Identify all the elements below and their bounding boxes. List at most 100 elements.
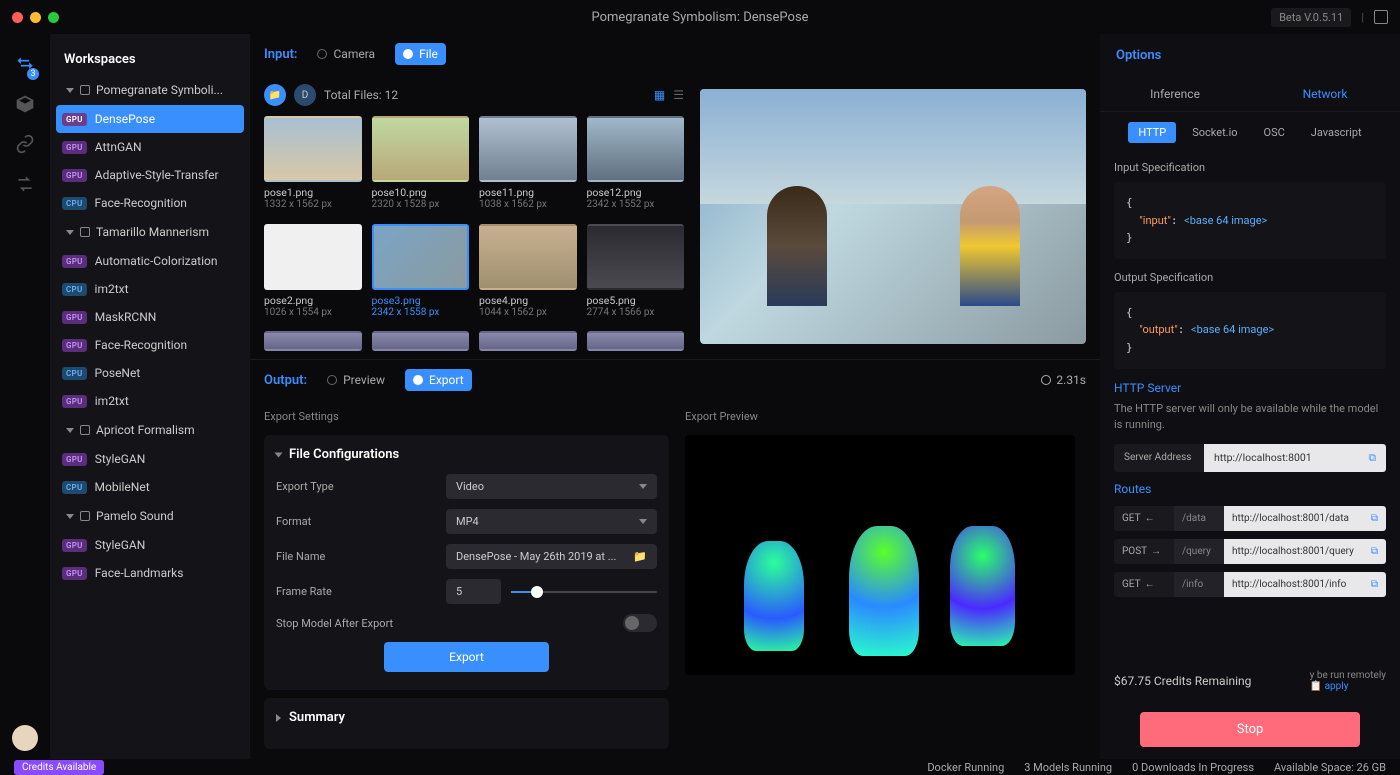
file-thumb[interactable]: pose1.png1332 x 1562 px — [264, 116, 362, 214]
chat-icon[interactable] — [1374, 10, 1388, 24]
options-header: Options — [1100, 34, 1400, 77]
model-item[interactable]: GPUMaskRCNN — [56, 303, 244, 331]
output-spec-title: Output Specification — [1114, 271, 1386, 284]
file-browser: 📁 D Total Files: 12 ▦ ☰ pose1.png1332 x … — [264, 74, 684, 359]
file-thumb[interactable] — [264, 331, 362, 359]
file-thumb[interactable]: pose4.png1044 x 1562 px — [479, 224, 577, 322]
input-file-option[interactable]: File — [395, 43, 446, 65]
export-preview-image — [685, 435, 1075, 675]
workspace-header[interactable]: Tamarillo Mannerism — [56, 217, 244, 247]
file-thumb[interactable] — [372, 331, 470, 359]
grid-view-icon[interactable]: ▦ — [654, 88, 665, 102]
status-item: Docker Running — [927, 761, 1004, 774]
framerate-input[interactable]: 5 — [446, 579, 501, 604]
http-server-desc: The HTTP server will only be available w… — [1114, 401, 1386, 434]
model-item[interactable]: GPUAdaptive-Style-Transfer — [56, 161, 244, 189]
input-preview — [700, 74, 1086, 359]
workspace-header[interactable]: Pamelo Sound — [56, 501, 244, 531]
workspace-header[interactable]: Apricot Formalism — [56, 415, 244, 445]
status-item: Available Space: 26 GB — [1274, 761, 1386, 774]
preview-image — [700, 89, 1086, 344]
export-button[interactable]: Export — [384, 642, 549, 672]
subtab-http[interactable]: HTTP — [1128, 122, 1176, 143]
list-view-icon[interactable]: ☰ — [673, 88, 684, 102]
apply-link[interactable]: 📋 apply — [1310, 681, 1386, 692]
file-thumb[interactable]: pose12.png2342 x 1552 px — [587, 116, 685, 214]
folder-button[interactable]: 📁 — [264, 84, 286, 106]
filename-input[interactable]: DensePose - May 26th 2019 at ...📁 — [446, 544, 657, 569]
swap-icon[interactable]: 3 — [15, 54, 35, 72]
copy-icon[interactable]: ⧉ — [1371, 513, 1378, 524]
model-item[interactable]: GPUFace-Landmarks — [56, 559, 244, 587]
model-item[interactable]: CPUPoseNet — [56, 359, 244, 387]
file-count: Total Files: 12 — [324, 88, 398, 102]
model-item[interactable]: GPUDensePose — [56, 105, 244, 133]
copy-icon[interactable]: ⧉ — [1371, 546, 1378, 557]
model-item[interactable]: CPUFace-Recognition — [56, 189, 244, 217]
status-bar: Credits Available Docker Running3 Models… — [0, 759, 1400, 775]
model-item[interactable]: CPUim2txt — [56, 275, 244, 303]
link-icon[interactable] — [15, 134, 35, 152]
file-thumb[interactable]: pose3.png2342 x 1558 px — [372, 224, 470, 322]
subtab-socket[interactable]: Socket.io — [1182, 122, 1247, 143]
output-export-option[interactable]: Export — [405, 369, 472, 391]
rail-badge: 3 — [27, 68, 39, 80]
input-camera-option[interactable]: Camera — [309, 43, 383, 65]
file-thumb[interactable] — [587, 331, 685, 359]
export-preview-title: Export Preview — [685, 410, 1086, 423]
model-item[interactable]: GPUStyleGAN — [56, 445, 244, 473]
subtab-js[interactable]: Javascript — [1301, 122, 1372, 143]
file-thumb[interactable]: pose10.png2320 x 1528 px — [372, 116, 470, 214]
model-item[interactable]: GPUAutomatic-Colorization — [56, 247, 244, 275]
folder-icon[interactable]: 📁 — [633, 550, 647, 563]
output-bar: Output: Preview Export 2.31s — [250, 360, 1100, 400]
copy-icon[interactable]: ⧉ — [1371, 579, 1378, 590]
route-row: POST →/queryhttp://localhost:8001/query⧉ — [1114, 539, 1386, 564]
stop-after-toggle[interactable] — [623, 614, 657, 632]
close-button[interactable] — [12, 12, 23, 23]
workspace-header[interactable]: Pomegranate Symboli... — [56, 75, 244, 105]
input-spec-code: { "input": <base 64 image>} — [1114, 182, 1386, 259]
model-item[interactable]: CPUMobileNet — [56, 473, 244, 501]
file-thumb[interactable]: pose2.png1026 x 1554 px — [264, 224, 362, 322]
export-settings-title: Export Settings — [264, 410, 669, 423]
stop-button[interactable]: Stop — [1140, 712, 1360, 747]
file-thumb[interactable]: pose5.png2774 x 1566 px — [587, 224, 685, 322]
format-select[interactable]: MP4 — [446, 509, 657, 534]
credits-badge[interactable]: Credits Available — [14, 760, 104, 775]
subtab-osc[interactable]: OSC — [1254, 122, 1295, 143]
server-address-value[interactable]: http://localhost:8001⧉ — [1204, 444, 1386, 472]
output-preview-option[interactable]: Preview — [319, 369, 393, 391]
file-config-header[interactable]: File Configurations — [276, 447, 657, 462]
window-controls — [12, 12, 59, 23]
summary-header[interactable]: Summary — [276, 710, 657, 725]
sidebar-header: Workspaces — [50, 44, 250, 75]
model-item[interactable]: GPUim2txt — [56, 387, 244, 415]
export-type-select[interactable]: Video — [446, 474, 657, 499]
maximize-button[interactable] — [48, 12, 59, 23]
routes-title: Routes — [1114, 482, 1386, 496]
model-item[interactable]: GPUAttnGAN — [56, 133, 244, 161]
icon-rail: 3 — [0, 34, 50, 759]
clock-icon — [1041, 375, 1051, 385]
route-row: GET ←/datahttp://localhost:8001/data⧉ — [1114, 506, 1386, 531]
status-item: 0 Downloads In Progress — [1132, 761, 1254, 774]
model-item[interactable]: GPUFace-Recognition — [56, 331, 244, 359]
remote-note: y be run remotely — [1310, 670, 1386, 681]
cube-icon[interactable] — [15, 94, 35, 112]
user-avatar[interactable] — [12, 725, 38, 751]
http-server-title: HTTP Server — [1114, 381, 1386, 395]
delete-button[interactable]: D — [294, 84, 316, 106]
model-item[interactable]: GPUStyleGAN — [56, 531, 244, 559]
input-spec-title: Input Specification — [1114, 161, 1386, 174]
tab-inference[interactable]: Inference — [1100, 77, 1250, 111]
file-thumb[interactable] — [479, 331, 577, 359]
route-row: GET ←/infohttp://localhost:8001/info⧉ — [1114, 572, 1386, 597]
tab-network[interactable]: Network — [1250, 77, 1400, 111]
flow-icon[interactable] — [15, 174, 35, 192]
minimize-button[interactable] — [30, 12, 41, 23]
options-panel: Options Inference Network HTTP Socket.io… — [1100, 34, 1400, 759]
framerate-slider[interactable] — [511, 591, 657, 593]
file-thumb[interactable]: pose11.png1038 x 1562 px — [479, 116, 577, 214]
copy-icon[interactable]: ⧉ — [1369, 451, 1377, 465]
